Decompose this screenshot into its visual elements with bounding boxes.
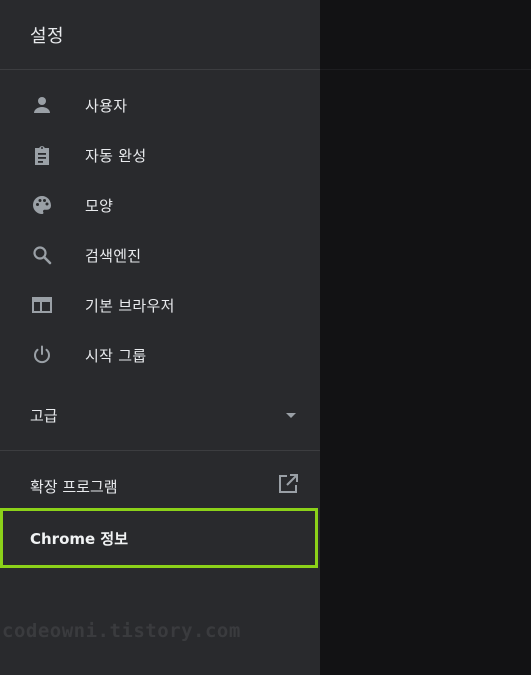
extensions-label: 확장 프로그램 [30, 477, 118, 496]
page-title: 설정 [30, 25, 65, 47]
advanced-toggle[interactable]: 고급 [0, 390, 320, 440]
drawer-header: 설정 [0, 0, 320, 70]
about-chrome-label: Chrome 정보 [30, 529, 129, 548]
menu-item-autofill[interactable]: 자동 완성 [0, 130, 320, 180]
browser-window-icon [30, 293, 54, 317]
menu-item-on-startup[interactable]: 시작 그룹 [0, 330, 320, 380]
menu-item-people[interactable]: 사용자 [0, 80, 320, 130]
menu-item-search-engine[interactable]: 검색엔진 [0, 230, 320, 280]
menu-item-label: 검색엔진 [85, 246, 142, 265]
menu-item-label: 시작 그룹 [85, 346, 147, 365]
settings-drawer: 설정 사용자 자동 완성 모양 검색엔진 기본 브라우저 시작 그룹 고급 확장… [0, 0, 320, 675]
settings-page: 설정 사용자 자동 완성 모양 검색엔진 기본 브라우저 시작 그룹 고급 확장… [0, 0, 531, 675]
menu-item-label: 모양 [85, 196, 114, 215]
about-chrome-item[interactable]: Chrome 정보 [0, 508, 318, 568]
menu-item-label: 자동 완성 [85, 146, 147, 165]
settings-menu: 사용자 자동 완성 모양 검색엔진 기본 브라우저 시작 그룹 [0, 70, 320, 380]
person-icon [30, 93, 54, 117]
power-icon [30, 343, 54, 367]
toolbar-divider [320, 69, 531, 70]
advanced-label: 고급 [30, 406, 58, 425]
caret-down-icon [286, 412, 296, 418]
menu-item-appearance[interactable]: 모양 [0, 180, 320, 230]
search-icon [30, 243, 54, 267]
clipboard-icon [30, 143, 54, 167]
open-in-new-icon [276, 472, 300, 500]
watermark: codeowni.tistory.com [2, 620, 241, 642]
menu-item-label: 사용자 [85, 96, 128, 115]
menu-item-default-browser[interactable]: 기본 브라우저 [0, 280, 320, 330]
menu-item-label: 기본 브라우저 [85, 296, 175, 315]
palette-icon [30, 193, 54, 217]
